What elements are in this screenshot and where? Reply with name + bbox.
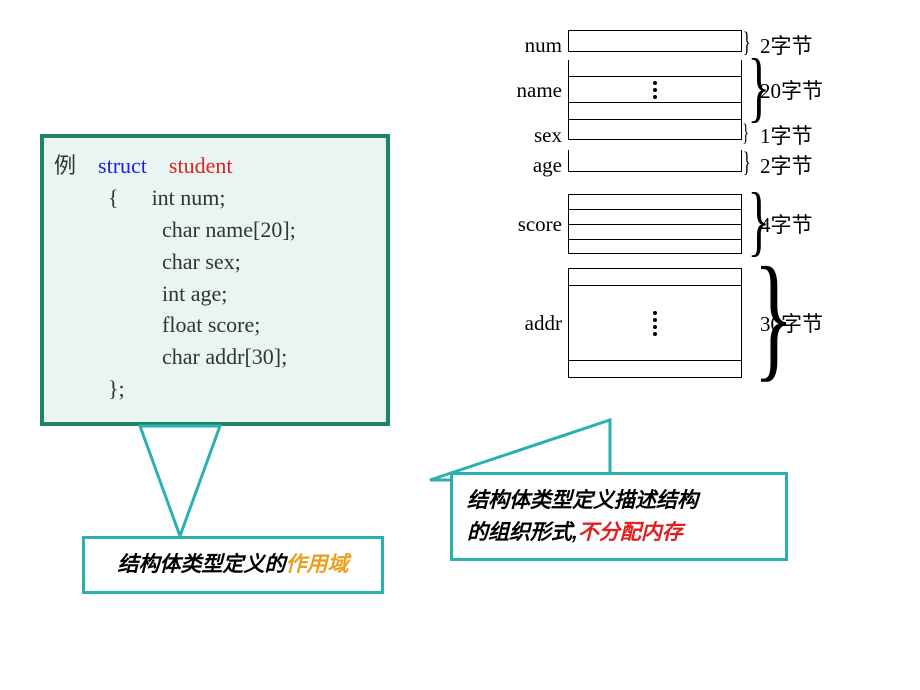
code-field-num: int num; (152, 185, 226, 210)
code-line-header: 例 struct student (54, 150, 376, 182)
example-label: 例 (54, 153, 76, 178)
code-field-sex: char sex; (54, 246, 376, 278)
callout-scope: 结构体类型定义的作用域 (82, 536, 384, 594)
label-num: num (492, 30, 568, 60)
code-field-age: int age; (54, 278, 376, 310)
row-sex: sex 1字节 (492, 120, 872, 150)
cell-addr (568, 268, 742, 378)
cell-sex (568, 120, 742, 140)
row-name: name 20字节 (492, 60, 872, 120)
cell-age (568, 150, 742, 172)
code-field-name: char name[20]; (54, 214, 376, 246)
callout-pointer-icon (430, 420, 610, 480)
dots-icon (653, 81, 657, 99)
callout-memory: 结构体类型定义描述结构 的组织形式,不分配内存 (450, 472, 788, 561)
label-score: score (492, 194, 568, 254)
callout-text: 结构体类型定义描述结构 (467, 489, 698, 512)
code-line-brace-close: }; (54, 373, 376, 405)
row-score: score 4字节 (492, 194, 872, 254)
brace-icon (742, 60, 758, 120)
cell-num (568, 30, 742, 52)
label-addr: addr (492, 268, 568, 378)
dots-icon (653, 311, 657, 336)
code-field-addr: char addr[30]; (54, 341, 376, 373)
callout-text: 的组织形式, (467, 521, 578, 544)
brace-icon (742, 268, 758, 378)
code-line-brace-open: { int num; (54, 182, 376, 214)
brace-open: { (108, 185, 119, 210)
row-age: age 2字节 (492, 150, 872, 180)
code-example-box: 例 struct student { int num; char name[20… (40, 134, 390, 426)
struct-keyword: struct (98, 153, 147, 178)
label-age: age (492, 150, 568, 180)
row-num: num 2字节 (492, 30, 872, 60)
cell-name (568, 60, 742, 120)
callout-text: 结构体类型定义的 (118, 553, 286, 576)
row-gap (492, 254, 872, 268)
memory-diagram: num 2字节 name 20字节 sex 1字节 age 2字节 score (492, 30, 872, 378)
callout-highlight: 作用域 (286, 553, 349, 576)
label-sex: sex (492, 120, 568, 150)
struct-name: student (169, 153, 233, 178)
label-name: name (492, 60, 568, 120)
cell-score (568, 194, 742, 254)
code-field-score: float score; (54, 309, 376, 341)
callout-pointer-icon (140, 426, 260, 536)
bytes-sex: 1字节 (758, 120, 836, 150)
row-addr: addr 30字节 (492, 268, 872, 378)
brace-icon (742, 120, 758, 150)
callout-highlight: 不分配内存 (578, 521, 683, 544)
row-gap (492, 180, 872, 194)
